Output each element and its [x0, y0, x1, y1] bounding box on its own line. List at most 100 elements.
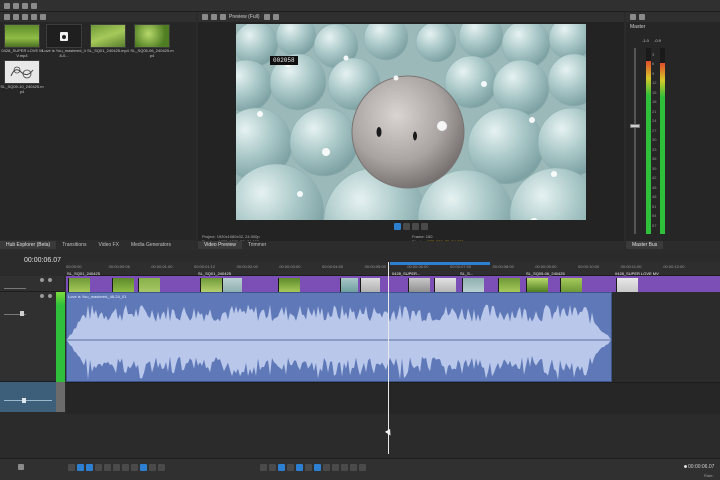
meter-scale-label: 15: [652, 89, 657, 95]
meter-scale-label: 3: [652, 52, 655, 57]
video-clip-thumb[interactable]: [340, 278, 358, 292]
ruler-tick-label: 00:00:12:00: [663, 264, 685, 269]
trim-end-button[interactable]: [269, 464, 276, 471]
next-frame-button[interactable]: [122, 464, 129, 471]
meter-right: [660, 48, 665, 234]
meter-scale-label: 27: [652, 127, 657, 133]
pause-button[interactable]: [95, 464, 102, 471]
pause-button[interactable]: [403, 223, 410, 230]
loop-toggle-button[interactable]: [68, 464, 75, 471]
settings-icon[interactable]: [202, 14, 208, 20]
lock-envelopes-button[interactable]: [314, 464, 321, 471]
media-item[interactable]: SL_SQ05-06_240425.mp4: [130, 24, 174, 58]
marker-button[interactable]: [287, 464, 294, 471]
media-item[interactable]: SL_SQ01_240425.mp4: [86, 24, 130, 54]
video-level-slider[interactable]: [4, 288, 26, 289]
fx-icon[interactable]: [639, 14, 645, 20]
video-clip-thumb[interactable]: [498, 278, 520, 292]
play-from-start-button[interactable]: [77, 464, 84, 471]
media-item[interactable]: Love is You_mastered_48-0...: [42, 24, 86, 58]
media-label: SL_SQ01_240425.mp4: [87, 48, 129, 53]
trim-start-button[interactable]: [260, 464, 267, 471]
tab-trimmer[interactable]: Trimmer: [242, 241, 272, 249]
video-clip-thumb[interactable]: [462, 278, 484, 292]
video-clip-thumb[interactable]: [408, 278, 430, 292]
tab-video-preview[interactable]: Video Preview: [198, 241, 242, 249]
bus-handle[interactable]: [22, 398, 26, 403]
play-button[interactable]: [394, 223, 401, 230]
tab-transitions[interactable]: Transitions: [56, 241, 92, 249]
save-icon[interactable]: [22, 3, 28, 9]
import-media-icon[interactable]: [4, 14, 10, 20]
envelope-edit-button[interactable]: [350, 464, 357, 471]
audio-track-header[interactable]: [0, 292, 56, 382]
tab-master-bus[interactable]: Master Bus: [626, 241, 664, 249]
view-icon[interactable]: [40, 14, 46, 20]
video-clip-thumb[interactable]: [616, 278, 638, 292]
split-button[interactable]: [332, 464, 339, 471]
video-clip-thumb[interactable]: [360, 278, 380, 292]
stop-icon[interactable]: [31, 14, 37, 20]
snap-button[interactable]: [140, 464, 147, 471]
split-screen-icon[interactable]: [211, 14, 217, 20]
video-clip-thumb[interactable]: [200, 278, 222, 292]
video-clip-thumb[interactable]: [112, 278, 134, 292]
stop-button[interactable]: [412, 223, 419, 230]
new-project-icon[interactable]: [4, 3, 10, 9]
normal-edit-button[interactable]: [341, 464, 348, 471]
tab-hub-explorer[interactable]: Hub Explorer (Beta): [0, 241, 57, 249]
video-clip-thumb[interactable]: [222, 278, 242, 292]
edit-tool-button[interactable]: [149, 464, 156, 471]
ripple-button[interactable]: [278, 464, 285, 471]
tab-media-generators[interactable]: Media Generators: [125, 241, 177, 249]
tab-video-fx[interactable]: Video FX: [92, 241, 124, 249]
stop-button[interactable]: [104, 464, 111, 471]
master-fader-track[interactable]: [634, 48, 636, 234]
track-mute-icon[interactable]: [48, 278, 52, 282]
audio-waveform[interactable]: [66, 300, 612, 380]
region-button[interactable]: [296, 464, 303, 471]
track-fx-icon[interactable]: [40, 278, 44, 282]
save-snapshot-icon[interactable]: [272, 14, 279, 20]
go-end-button[interactable]: [131, 464, 138, 471]
auto-crossfade-button[interactable]: [305, 464, 312, 471]
open-icon[interactable]: [13, 3, 19, 9]
copy-snapshot-icon[interactable]: [263, 14, 270, 20]
audio-file-icon: [60, 31, 68, 41]
loop-region[interactable]: [390, 262, 490, 265]
prev-frame-button[interactable]: [113, 464, 120, 471]
zoom-tool-button[interactable]: [158, 464, 165, 471]
marker-dot: [684, 465, 687, 468]
video-frame[interactable]: 002058: [236, 24, 586, 220]
video-clip-thumb[interactable]: [68, 278, 90, 292]
ignore-grouping-button[interactable]: [323, 464, 330, 471]
media-label: SL_SQ05-06_240425.mp4: [130, 48, 174, 58]
video-clip-thumb[interactable]: [560, 278, 582, 292]
meter-scale-label: 21: [652, 108, 657, 114]
overlays-icon[interactable]: [220, 14, 226, 20]
mixer-icon[interactable]: [630, 14, 636, 20]
bus-slider[interactable]: [4, 400, 52, 401]
preview-quality-dropdown[interactable]: Preview (Full): [229, 14, 260, 20]
playhead[interactable]: [388, 262, 389, 454]
video-clip-thumb[interactable]: [434, 278, 456, 292]
video-track-header[interactable]: [0, 276, 64, 292]
video-clip-thumb[interactable]: [278, 278, 300, 292]
selection-edit-button[interactable]: [359, 464, 366, 471]
media-item[interactable]: 0428_SUPER LOVE MV.mp4: [0, 24, 44, 58]
bus-track-header[interactable]: [0, 382, 56, 412]
media-item[interactable]: SL_SQ09-10_240425.mp4: [0, 60, 44, 94]
bottom-transport-bar: 00:00:06.07 Rate:: [0, 458, 720, 480]
play-icon[interactable]: [22, 14, 28, 20]
undo-icon[interactable]: [31, 3, 37, 9]
track-fx-icon[interactable]: [40, 294, 44, 298]
audio-pan-handle[interactable]: [20, 311, 24, 316]
loop-button[interactable]: [421, 223, 428, 230]
play-button[interactable]: [86, 464, 93, 471]
record-icon[interactable]: [18, 464, 24, 470]
master-fader-handle[interactable]: [630, 124, 640, 128]
video-clip-thumb[interactable]: [526, 278, 548, 292]
video-clip-thumb[interactable]: [138, 278, 160, 292]
track-mute-icon[interactable]: [48, 294, 52, 298]
capture-icon[interactable]: [13, 14, 19, 20]
